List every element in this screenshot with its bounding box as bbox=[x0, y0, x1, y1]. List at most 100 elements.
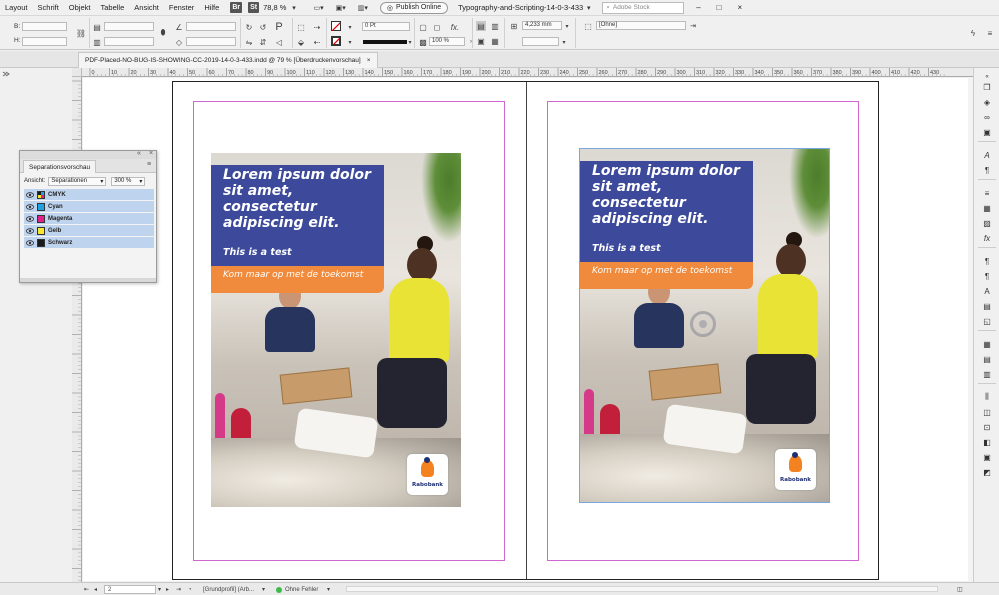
zoom-level[interactable]: 78,8 % bbox=[263, 3, 286, 12]
cc-libraries-icon[interactable]: ▣ bbox=[982, 127, 992, 137]
stroke-weight-field[interactable]: 0 Pt bbox=[362, 22, 410, 31]
previous-page-icon[interactable]: ◂ bbox=[94, 585, 97, 594]
toggle-view-icon[interactable]: ◫ bbox=[957, 585, 963, 594]
placed-image-left[interactable]: Lorem ipsum dolor sit amet, consectetur … bbox=[211, 153, 461, 507]
scale-x-icon[interactable]: ▤ bbox=[92, 22, 102, 32]
links-icon[interactable]: ∞ bbox=[982, 112, 992, 122]
close-icon[interactable]: × bbox=[149, 150, 153, 157]
chevron-down-icon[interactable]: ▾ bbox=[559, 37, 569, 47]
workspace-switcher[interactable]: Typography-and-Scripting-14-0-3-433 bbox=[458, 3, 583, 12]
object-style-icon[interactable]: ⬚ bbox=[583, 21, 593, 31]
expand-panels-icon[interactable]: « bbox=[982, 72, 992, 82]
pathfinder-icon[interactable]: ◫ bbox=[982, 407, 992, 417]
next-page-icon[interactable]: ▸ bbox=[166, 585, 169, 594]
stock-button[interactable]: St bbox=[248, 2, 260, 13]
rotate-angle-icon[interactable]: ∠ bbox=[174, 22, 184, 32]
first-page-icon[interactable]: ⇤ bbox=[84, 585, 89, 594]
flip-vertical-icon[interactable]: ⇵ bbox=[258, 37, 268, 47]
chevron-down-icon[interactable]: ▾ bbox=[158, 585, 161, 594]
horizontal-ruler[interactable]: 0 10 20 30 40 50 60 70 80 90 100 110 120 130 140 150 160… bbox=[82, 68, 973, 77]
rotate-ccw-icon[interactable]: ↺ bbox=[258, 22, 268, 32]
wrap-offset-field[interactable]: 4,233 mm bbox=[522, 21, 562, 30]
scale-x-field[interactable] bbox=[104, 22, 154, 31]
chevron-right-icon[interactable]: › bbox=[466, 37, 476, 47]
select-container-icon[interactable]: ⬚ bbox=[296, 22, 306, 32]
separations-icon[interactable]: ◩ bbox=[982, 467, 992, 477]
scale-y-icon[interactable]: ▥ bbox=[92, 37, 102, 47]
select-previous-icon[interactable]: ⇠ bbox=[312, 37, 322, 47]
preflight-profile-icon[interactable]: ◔ bbox=[188, 585, 192, 594]
tab-separations-preview[interactable]: Separationsvorschau bbox=[23, 160, 97, 173]
opacity-icon[interactable]: ▩ bbox=[418, 37, 428, 47]
info-icon[interactable]: ▣ bbox=[982, 452, 992, 462]
eye-icon[interactable] bbox=[26, 239, 34, 246]
eye-icon[interactable] bbox=[26, 203, 34, 210]
menu-fenster[interactable]: Fenster bbox=[164, 3, 199, 12]
scale-y-field[interactable] bbox=[104, 37, 154, 46]
object-style-select[interactable]: [Ohne] bbox=[596, 21, 686, 30]
chevron-down-icon[interactable]: ▾ bbox=[288, 2, 299, 13]
text-wrap-contour-icon[interactable]: ▣ bbox=[476, 36, 486, 46]
rotate-angle-field[interactable] bbox=[186, 22, 236, 31]
chevron-down-icon[interactable]: ▾ bbox=[345, 37, 355, 47]
paragraph-styles-icon[interactable]: ¶ bbox=[982, 165, 992, 175]
panel-title-bar[interactable]: « × bbox=[20, 150, 156, 159]
panel-resize-grip[interactable] bbox=[20, 278, 156, 282]
text-wrap-jump-icon[interactable]: ▦ bbox=[490, 36, 500, 46]
bridge-button[interactable]: Br bbox=[230, 2, 243, 13]
selection-frame[interactable] bbox=[579, 148, 830, 503]
separation-row[interactable]: Cyan bbox=[24, 201, 154, 213]
link-icon[interactable]: ⛓ bbox=[76, 28, 86, 38]
object-styles-icon[interactable]: ◱ bbox=[982, 316, 992, 326]
effects-icon[interactable]: fx bbox=[982, 233, 992, 243]
fill-swatch-icon[interactable] bbox=[331, 21, 341, 31]
document-tab[interactable]: PDF-Placed-NO-BUG-IS-SHOWING-CC-2019-14-… bbox=[78, 52, 378, 68]
preflight-status[interactable]: Ohne Fehler bbox=[276, 585, 318, 594]
shear-angle-field[interactable] bbox=[186, 37, 236, 46]
align-icon[interactable]: ⫼ bbox=[982, 392, 992, 402]
shear-angle-icon[interactable]: ◇ bbox=[174, 37, 184, 47]
wrap-offset-field-2[interactable] bbox=[522, 37, 559, 46]
preflight-profile[interactable]: [Grundprofil] (Arb... bbox=[203, 585, 254, 594]
screen-mode-icon[interactable]: ▣▾ bbox=[334, 2, 348, 13]
collapse-grip-icon[interactable] bbox=[2, 70, 10, 77]
text-wrap-box-icon[interactable]: ▥ bbox=[490, 21, 500, 31]
constrain-proportions-icon[interactable]: ⬮ bbox=[158, 28, 168, 38]
horizontal-scrollbar[interactable] bbox=[346, 586, 938, 592]
ruler-origin[interactable] bbox=[72, 68, 82, 77]
collapse-panel-icon[interactable]: « bbox=[137, 150, 141, 157]
page-number-field[interactable]: 2 bbox=[104, 585, 156, 594]
opacity-field[interactable]: 100 % bbox=[429, 37, 465, 46]
eye-icon[interactable] bbox=[26, 191, 34, 198]
pasteboard[interactable]: Lorem ipsum dolor sit amet, consectetur … bbox=[83, 78, 968, 581]
arrange-documents-icon[interactable]: ▥▾ bbox=[356, 2, 370, 13]
glyphs-icon[interactable]: A bbox=[982, 286, 992, 296]
text-wrap-icon[interactable]: ▤ bbox=[982, 301, 992, 311]
select-content-icon[interactable]: ⬙ bbox=[296, 37, 306, 47]
menu-hilfe[interactable]: Hilfe bbox=[199, 3, 224, 12]
chevron-down-icon[interactable]: ▾ bbox=[562, 21, 572, 31]
close-button[interactable]: × bbox=[734, 3, 747, 12]
separation-row[interactable]: Magenta bbox=[24, 213, 154, 225]
stroke-icon[interactable]: ≡ bbox=[982, 188, 992, 198]
view-select[interactable]: Separationen ▾ bbox=[48, 176, 107, 186]
color-icon[interactable]: ◧ bbox=[982, 437, 992, 447]
chevron-down-icon[interactable]: ▾ bbox=[345, 22, 355, 32]
height-field[interactable] bbox=[22, 37, 67, 46]
close-icon[interactable]: × bbox=[367, 57, 371, 64]
cell-styles-icon[interactable]: ▤ bbox=[982, 354, 992, 364]
view-options-icon[interactable]: ▭▾ bbox=[311, 2, 325, 13]
adobe-stock-search[interactable]: ⌕ Adobe Stock bbox=[602, 1, 685, 14]
menu-layout[interactable]: Layout bbox=[0, 3, 33, 12]
menu-tabelle[interactable]: Tabelle bbox=[95, 3, 129, 12]
panel-menu-icon[interactable]: ≡ bbox=[147, 161, 151, 168]
width-field[interactable] bbox=[22, 22, 67, 31]
text-wrap-none-icon[interactable]: ▤ bbox=[476, 21, 486, 31]
object-style-clear-icon[interactable]: ⇥ bbox=[688, 21, 698, 31]
eye-icon[interactable] bbox=[26, 227, 34, 234]
eye-icon[interactable] bbox=[26, 215, 34, 222]
menu-ansicht[interactable]: Ansicht bbox=[129, 3, 164, 12]
menu-schrift[interactable]: Schrift bbox=[33, 3, 64, 12]
menu-objekt[interactable]: Objekt bbox=[64, 3, 96, 12]
wrap-offset-icon[interactable]: ⊞ bbox=[509, 21, 519, 31]
